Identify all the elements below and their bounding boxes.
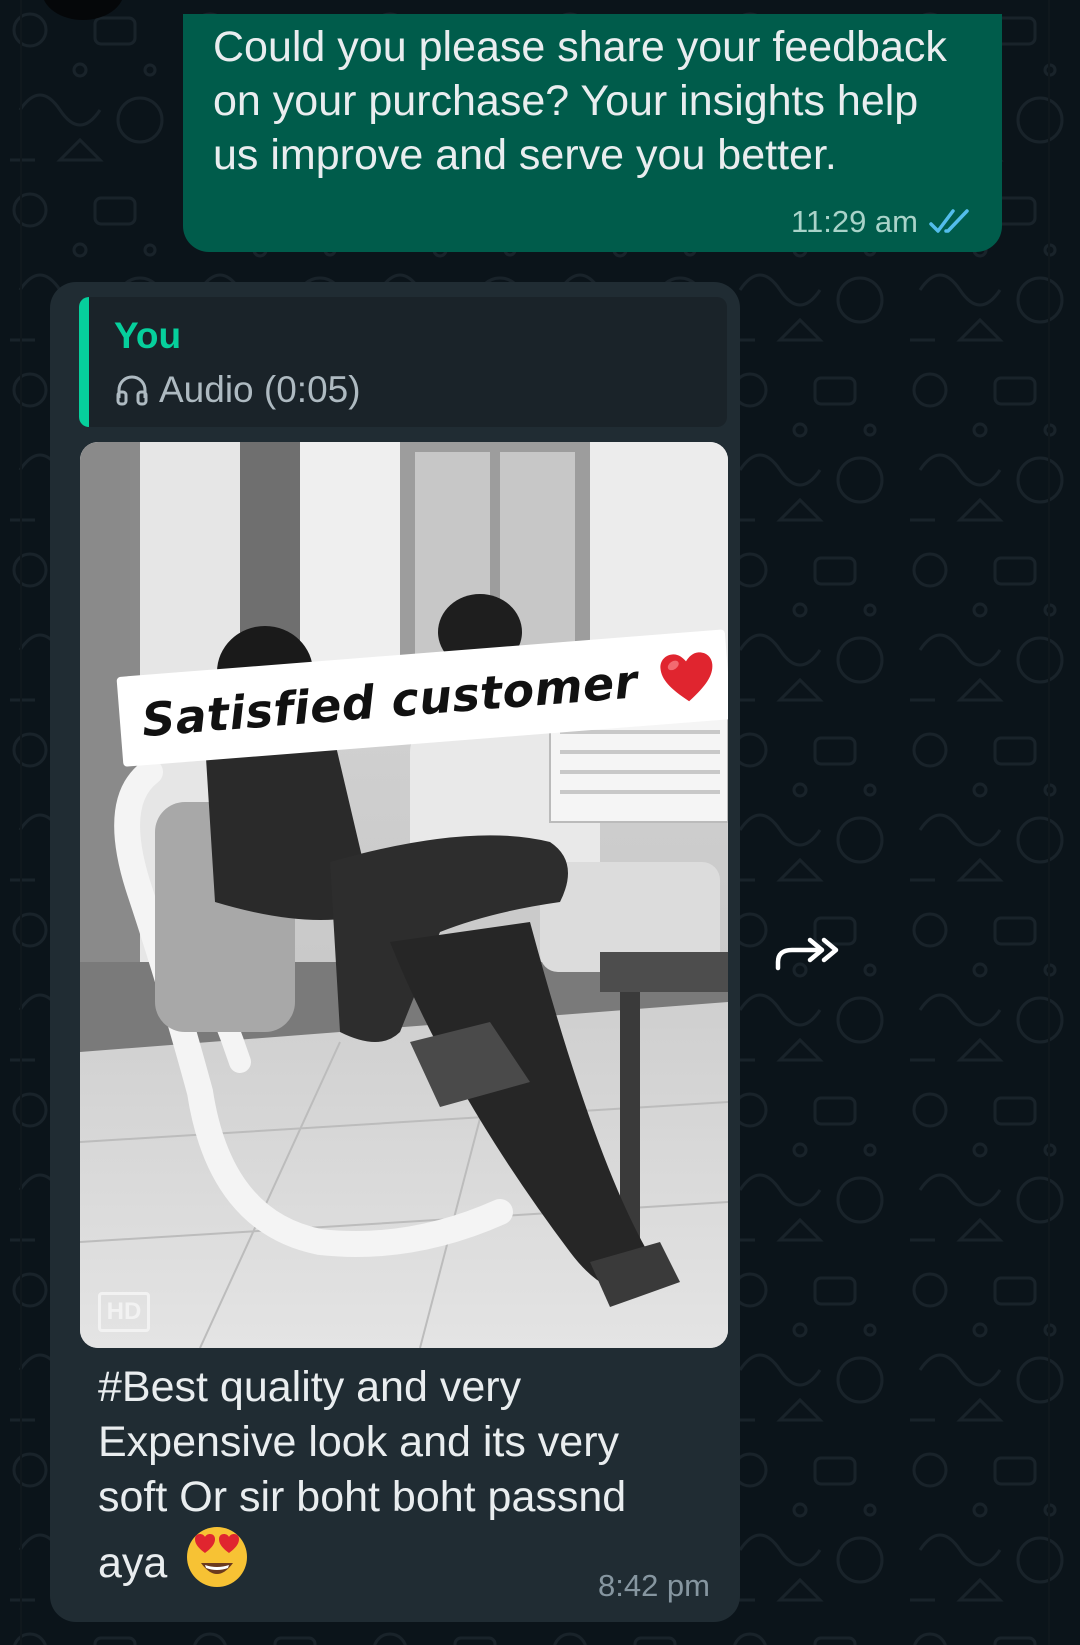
reply-quote-text: Audio (0:05)	[159, 369, 361, 410]
reply-quote-sender: You	[114, 315, 182, 356]
double-check-icon	[929, 209, 969, 233]
outgoing-message-time: 11:29 am	[791, 204, 918, 239]
hd-badge: HD	[98, 1292, 150, 1332]
reply-quote-body: Audio (0:05)	[115, 369, 361, 411]
message-image[interactable]: Satisfied customer HD	[80, 442, 728, 1348]
outgoing-message-text: Could you please share your feedback on …	[213, 23, 947, 179]
caption-text: #Best quality and very Expensive look an…	[98, 1363, 627, 1587]
forward-arrow-icon[interactable]	[772, 928, 842, 976]
headphones-icon	[116, 375, 148, 406]
reply-quote[interactable]: You Audio (0:05)	[79, 297, 727, 427]
outgoing-message-meta: 11:29 am	[791, 204, 978, 240]
photo-content	[80, 442, 728, 1348]
reply-quote-bar	[79, 297, 89, 427]
incoming-message-time: 8:42 pm	[597, 1568, 710, 1603]
heart-eyes-emoji-icon	[187, 1527, 248, 1587]
outgoing-message-bubble[interactable]: Could you please share your feedback on …	[183, 14, 1002, 252]
red-heart-icon	[660, 652, 713, 702]
message-caption: #Best quality and very Expensive look an…	[98, 1360, 698, 1591]
incoming-message-bubble[interactable]: You Audio (0:05) Satisfied customer HD #…	[50, 282, 740, 1622]
